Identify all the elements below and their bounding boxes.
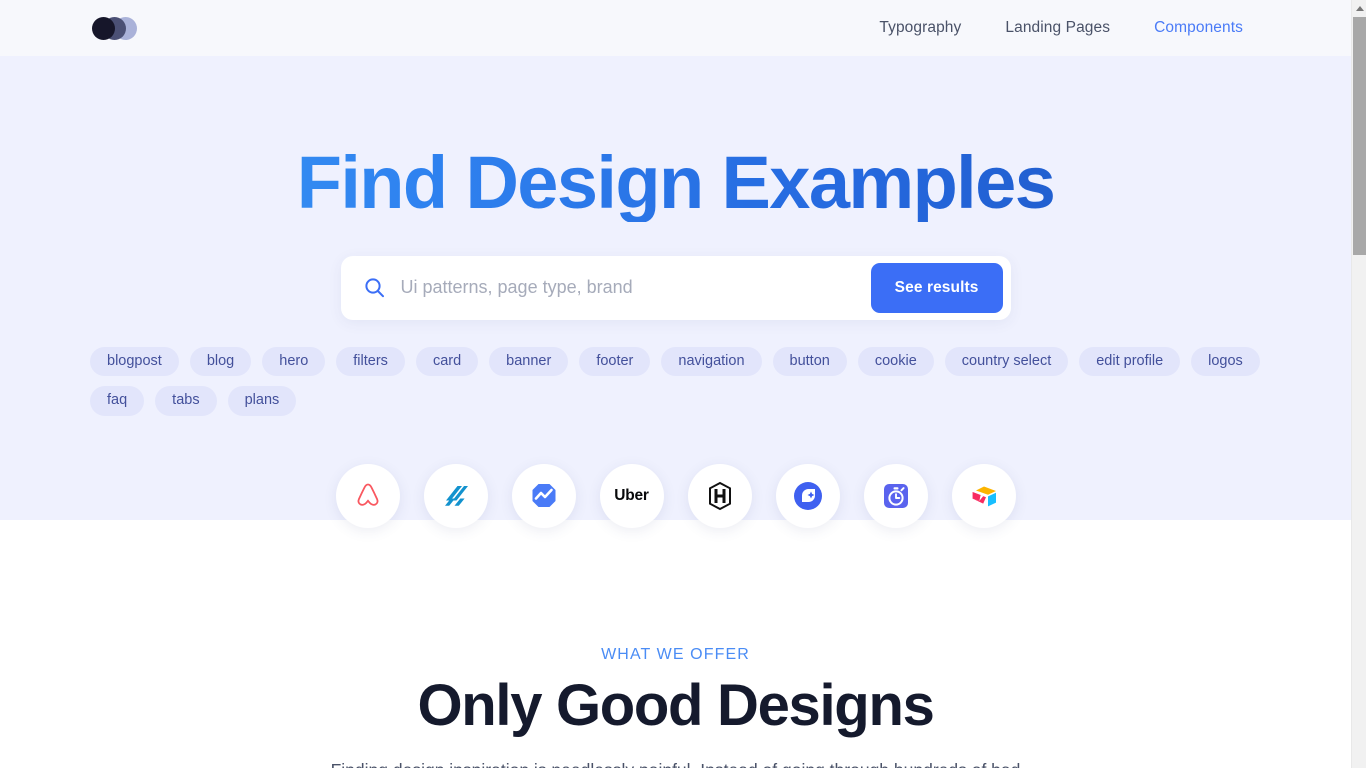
tag-card[interactable]: card: [415, 346, 479, 377]
uber-wordmark: Uber: [614, 487, 649, 504]
brand-helpscout[interactable]: [423, 464, 488, 528]
tag-navigation[interactable]: navigation: [661, 346, 762, 377]
brand-uber[interactable]: Uber: [599, 464, 664, 528]
search-bar: See results: [340, 255, 1011, 320]
hashicorp-icon: [708, 481, 731, 511]
brand-logo-strip: Uber: [0, 464, 1351, 528]
page-title: Find Design Examples: [0, 56, 1351, 222]
brand-drift[interactable]: [775, 464, 840, 528]
scrollbar-thumb[interactable]: [1353, 17, 1366, 255]
tag-footer[interactable]: footer: [579, 346, 651, 377]
search-input[interactable]: [400, 255, 871, 320]
drift-icon: [793, 482, 822, 510]
scroll-up-arrow-button[interactable]: [1352, 0, 1366, 17]
tag-faq[interactable]: faq: [90, 386, 145, 416]
logo-circle-dark: [92, 16, 115, 40]
tag-blogpost[interactable]: blogpost: [90, 346, 179, 377]
nav-link-typography[interactable]: Typography: [879, 19, 961, 37]
tag-cookie[interactable]: cookie: [857, 346, 934, 377]
tag-button[interactable]: button: [772, 346, 847, 377]
offer-body-text: Finding design inspiration is needlessly…: [281, 757, 1071, 768]
brand-baremetrics[interactable]: [511, 464, 576, 528]
offer-eyebrow: WHAT WE OFFER: [601, 646, 750, 663]
site-header: Typography Landing Pages Components: [0, 0, 1351, 56]
airtable-icon: [972, 486, 996, 507]
browser-viewport: Typography Landing Pages Components Find…: [0, 0, 1366, 768]
nav-link-landing-pages[interactable]: Landing Pages: [1005, 19, 1110, 37]
tag-blog[interactable]: blog: [189, 346, 252, 377]
chevron-up-icon: [1355, 6, 1364, 11]
stopwatch-icon: [883, 484, 908, 508]
tag-tabs[interactable]: tabs: [155, 386, 217, 416]
tag-hero[interactable]: hero: [262, 346, 326, 377]
tag-logos[interactable]: logos: [1191, 346, 1260, 377]
search-icon: [364, 278, 384, 297]
airbnb-icon: [357, 483, 378, 506]
offer-section: WHAT WE OFFER Only Good Designs Finding …: [0, 520, 1351, 768]
brand-stopwatch[interactable]: [863, 464, 928, 528]
tag-list: blogpost blog hero filters card banner f…: [88, 346, 1263, 416]
page-content: Typography Landing Pages Components Find…: [0, 0, 1351, 768]
tag-plans[interactable]: plans: [227, 386, 297, 416]
tag-banner[interactable]: banner: [489, 346, 569, 377]
vertical-scrollbar[interactable]: [1351, 0, 1366, 768]
helpscout-icon: [444, 486, 468, 506]
offer-title: Only Good Designs: [417, 673, 934, 738]
brand-hashicorp[interactable]: [687, 464, 752, 528]
main-navigation: Typography Landing Pages Components: [879, 19, 1243, 37]
brand-airtable[interactable]: [951, 464, 1016, 528]
nav-link-components[interactable]: Components: [1154, 19, 1243, 37]
see-results-button[interactable]: See results: [870, 262, 1003, 313]
baremetrics-icon: [532, 484, 555, 507]
tag-edit-profile[interactable]: edit profile: [1079, 346, 1181, 377]
brand-logo[interactable]: [92, 16, 138, 40]
hero-section: Find Design Examples See results blogpos…: [0, 56, 1351, 528]
brand-airbnb[interactable]: [335, 464, 400, 528]
tag-filters[interactable]: filters: [336, 346, 405, 377]
tag-country-select[interactable]: country select: [944, 346, 1069, 377]
